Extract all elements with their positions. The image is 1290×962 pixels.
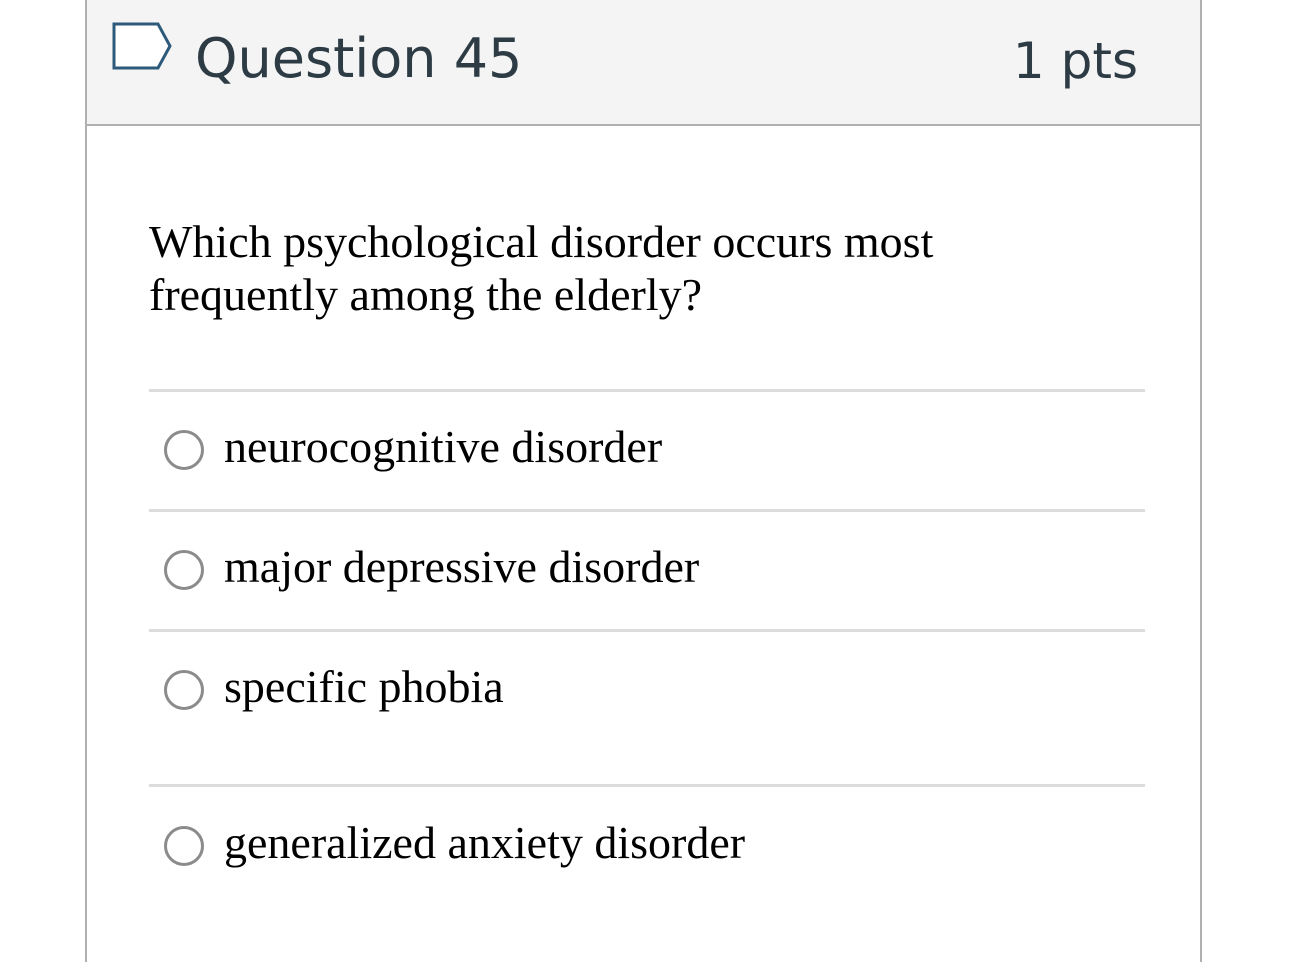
question-card: Question 45 1 pts Which psychological di… (85, 0, 1202, 962)
question-points: 1 pts (1012, 32, 1138, 90)
answer-label: specific phobia (224, 661, 504, 712)
radio-button[interactable] (164, 430, 204, 470)
answer-label: generalized anxiety disorder (224, 817, 746, 868)
answer-option-neurocognitive[interactable]: neurocognitive disorder (149, 413, 1145, 483)
answer-divider (149, 784, 1145, 787)
radio-button[interactable] (164, 670, 204, 710)
answer-divider (149, 389, 1145, 392)
question-text: Which psychological disorder occurs most… (149, 216, 934, 320)
answer-label: neurocognitive disorder (224, 421, 663, 472)
answer-option-major-depressive[interactable]: major depressive disorder (149, 533, 1145, 603)
question-title: Question 45 (195, 27, 523, 90)
answer-option-generalized-anxiety[interactable]: generalized anxiety disorder (149, 809, 1145, 879)
answer-label: major depressive disorder (224, 541, 700, 592)
answer-divider (149, 629, 1145, 632)
answer-option-specific-phobia[interactable]: specific phobia (149, 653, 1145, 723)
answer-divider (149, 509, 1145, 512)
radio-button[interactable] (164, 550, 204, 590)
flag-question-icon[interactable] (112, 22, 174, 74)
question-header: Question 45 1 pts (87, 0, 1200, 126)
radio-button[interactable] (164, 826, 204, 866)
